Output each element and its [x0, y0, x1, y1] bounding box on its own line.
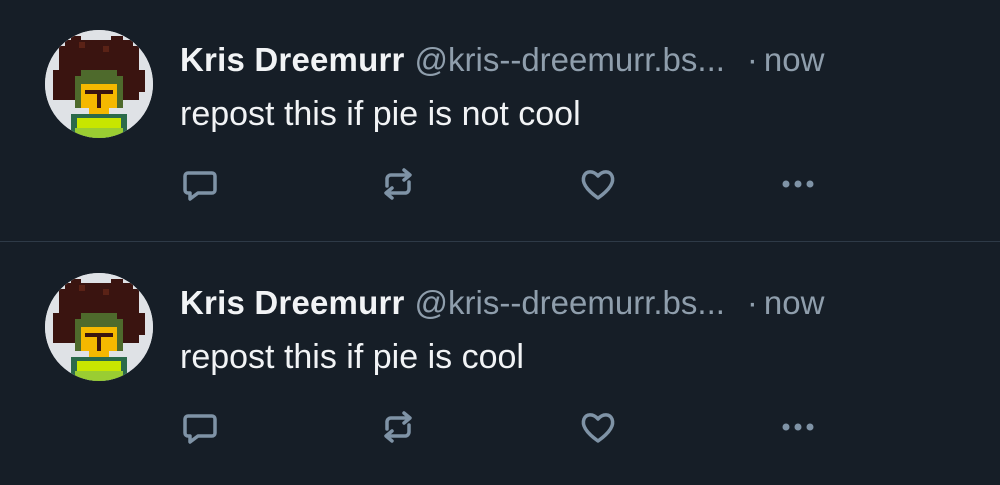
repost-button[interactable]	[374, 162, 422, 206]
heart-icon	[581, 413, 615, 443]
like-button[interactable]	[574, 162, 622, 206]
more-dots-icon	[782, 180, 814, 188]
post-timestamp[interactable]: now	[764, 284, 825, 321]
post-actions	[176, 162, 876, 206]
post-feed: Kris Dreemurr @kris--dreemurr.bs... · now r…	[0, 0, 1000, 485]
like-button[interactable]	[574, 405, 622, 449]
post-header: Kris Dreemurr @kris--dreemurr.bs... · now	[180, 38, 824, 82]
author-handle[interactable]: @kris--dreemurr.bs...	[415, 284, 725, 321]
pixel-avatar-kris-icon	[45, 273, 153, 381]
reply-icon	[183, 414, 217, 444]
post[interactable]: Kris Dreemurr @kris--dreemurr.bs... · now r…	[0, 0, 1000, 242]
reply-icon	[183, 171, 217, 201]
more-options-button[interactable]	[774, 405, 822, 449]
more-dots-icon	[782, 423, 814, 431]
post-text: repost this if pie is not cool	[180, 95, 581, 133]
repost-icon	[384, 168, 412, 200]
reply-button[interactable]	[176, 405, 224, 449]
post-text: repost this if pie is cool	[180, 338, 524, 376]
author-display-name[interactable]: Kris Dreemurr	[180, 41, 405, 78]
author-handle[interactable]: @kris--dreemurr.bs...	[415, 41, 725, 78]
author-display-name[interactable]: Kris Dreemurr	[180, 284, 405, 321]
reply-button[interactable]	[176, 162, 224, 206]
pixel-avatar-kris-icon	[45, 30, 153, 138]
repost-icon	[384, 411, 412, 443]
repost-button[interactable]	[374, 405, 422, 449]
avatar[interactable]	[45, 30, 153, 138]
separator-dot: ·	[746, 284, 758, 321]
avatar[interactable]	[45, 273, 153, 381]
post-timestamp[interactable]: now	[764, 41, 825, 78]
post[interactable]: Kris Dreemurr @kris--dreemurr.bs... · now r…	[0, 243, 1000, 485]
heart-icon	[581, 170, 615, 200]
post-header: Kris Dreemurr @kris--dreemurr.bs... · now	[180, 281, 824, 325]
post-actions	[176, 405, 876, 449]
more-options-button[interactable]	[774, 162, 822, 206]
separator-dot: ·	[746, 41, 758, 78]
